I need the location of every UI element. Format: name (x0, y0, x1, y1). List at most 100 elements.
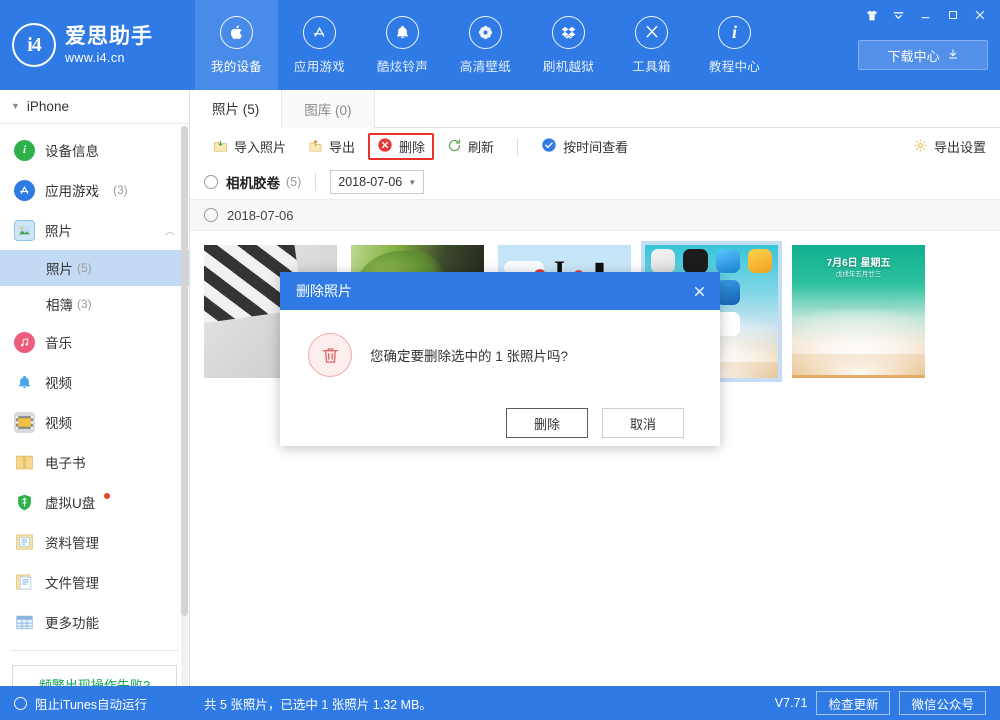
info-circle-icon: i (14, 140, 35, 161)
dialog-confirm-button[interactable]: 删除 (506, 408, 588, 438)
toolbar-label: 导入照片 (234, 137, 286, 156)
tools-icon (635, 16, 668, 49)
download-center-button[interactable]: 下载中心 (858, 40, 988, 70)
nav-label: 酷炫铃声 (377, 56, 428, 75)
check-update-button[interactable]: 检查更新 (816, 691, 890, 715)
sidebar-subitem-count: (5) (77, 261, 92, 275)
nav-item-flash-jailbreak[interactable]: 刷机越狱 (527, 0, 610, 90)
radio-icon (14, 697, 27, 710)
photo-caption: 7月6日 星期五 (792, 254, 925, 269)
app-header: i4 爱思助手 www.i4.cn 我的设备 应用游戏 (0, 0, 1000, 90)
nav-item-tutorials[interactable]: i 教程中心 (693, 0, 776, 90)
block-itunes-label: 阻止iTunes自动运行 (35, 694, 147, 713)
appstore-icon (14, 180, 35, 201)
chevron-up-icon: ︿ (165, 223, 175, 238)
nav-item-toolbox[interactable]: 工具箱 (610, 0, 693, 90)
main-nav: 我的设备 应用游戏 酷炫铃声 高清壁纸 (195, 0, 776, 90)
sidebar-list: i 设备信息 应用游戏 (3) 照片 ︿ 照片 (5) (0, 124, 189, 642)
tab-gallery[interactable]: 图库 (0) (282, 90, 374, 128)
sidebar-item-label: 资料管理 (45, 532, 99, 552)
nav-item-wallpapers[interactable]: 高清壁纸 (444, 0, 527, 90)
status-actions: V7.71 检查更新 微信公众号 (775, 691, 1000, 715)
wechat-button[interactable]: 微信公众号 (899, 691, 986, 715)
logo-mark: i4 (12, 23, 56, 67)
app-window: i4 爱思助手 www.i4.cn 我的设备 应用游戏 (0, 0, 1000, 720)
album-select-radio[interactable] (204, 175, 218, 189)
delete-button[interactable]: 删除 (368, 133, 434, 160)
export-settings-button[interactable]: 导出设置 (913, 137, 986, 156)
sidebar-item-count: (3) (113, 183, 128, 197)
filter-separator (315, 173, 316, 191)
nav-label: 工具箱 (632, 56, 670, 75)
import-icon (213, 138, 228, 156)
nav-label: 应用游戏 (294, 56, 345, 75)
block-itunes-toggle[interactable]: 阻止iTunes自动运行 (0, 694, 190, 713)
nav-item-apps-games[interactable]: 应用游戏 (278, 0, 361, 90)
sidebar-item-data-management[interactable]: 资料管理 (0, 522, 189, 562)
sidebar-subitem-albums[interactable]: 相簿 (3) (0, 286, 189, 322)
dialog-footer: 删除 取消 (280, 400, 720, 446)
date-select[interactable]: 2018-07-06 ▼ (330, 170, 424, 194)
sidebar-item-videos[interactable]: 视频 视频 (0, 402, 189, 442)
photo-caption-sub: 戊戌年五月廿三 (792, 268, 925, 278)
dialog-title-bar: 删除照片 (280, 272, 720, 310)
device-header[interactable]: ▼ iPhone (0, 90, 189, 124)
nav-label: 高清壁纸 (460, 56, 511, 75)
import-photos-button[interactable]: 导入照片 (204, 133, 295, 160)
sidebar-item-label: 视频 (45, 372, 72, 392)
album-filter-row: 相机胶卷 (5) 2018-07-06 ▼ (190, 165, 1000, 199)
nav-item-ringtones[interactable]: 酷炫铃声 (361, 0, 444, 90)
download-arrow-icon (947, 48, 959, 63)
sidebar-item-apps-games[interactable]: 应用游戏 (3) (0, 170, 189, 210)
nav-label: 教程中心 (709, 56, 760, 75)
usb-icon (14, 492, 35, 513)
video-icon (14, 412, 35, 433)
sidebar-item-photos[interactable]: 照片 ︿ (0, 210, 189, 250)
sidebar-item-file-management[interactable]: 文件管理 (0, 562, 189, 602)
close-icon[interactable] (678, 272, 720, 310)
sidebar-item-label: 应用游戏 (45, 180, 99, 200)
sidebar-item-music[interactable]: 音乐 (0, 322, 189, 362)
close-icon[interactable] (967, 4, 992, 26)
music-icon (14, 332, 35, 353)
sidebar-scrollbar-thumb[interactable] (181, 126, 188, 616)
photo-thumb-5[interactable]: 7月6日 星期五 戊戌年五月廿三 (792, 245, 925, 378)
sidebar-scrollbar[interactable] (181, 126, 188, 686)
export-button[interactable]: 导出 (299, 133, 364, 160)
info-icon: i (718, 16, 751, 49)
sidebar-item-label-video: 视频 (45, 412, 72, 432)
refresh-icon (447, 138, 462, 156)
sidebar-item-device-info[interactable]: i 设备信息 (0, 130, 189, 170)
toolbar-label: 删除 (399, 137, 425, 156)
tab-photos[interactable]: 照片 (5) (190, 90, 282, 128)
minimize-icon[interactable] (913, 4, 938, 26)
sidebar-item-ringtones[interactable]: 视频 (0, 362, 189, 402)
nav-item-my-device[interactable]: 我的设备 (195, 0, 278, 90)
delete-circle-icon (377, 137, 393, 156)
skin-icon[interactable] (859, 4, 884, 26)
sidebar-item-virtual-usb[interactable]: 虚拟U盘 (0, 482, 189, 522)
delete-photo-dialog: 删除照片 您确定要删除选中的 1 张照片吗? 删除 取消 (280, 272, 720, 446)
toolbar-label: 刷新 (468, 137, 494, 156)
export-settings-label: 导出设置 (934, 137, 986, 156)
logo-title: 爱思助手 (65, 25, 153, 48)
sidebar-item-more-features[interactable]: 更多功能 (0, 602, 189, 642)
sidebar-item-label: 文件管理 (45, 572, 99, 592)
sidebar-subitem-photos[interactable]: 照片 (5) (0, 250, 189, 286)
sidebar: ▼ iPhone i 设备信息 应用游戏 (3) 照片 (0, 90, 190, 686)
dialog-cancel-button[interactable]: 取消 (602, 408, 684, 438)
maximize-icon[interactable] (940, 4, 965, 26)
photo-image: 7月6日 星期五 戊戌年五月廿三 (792, 245, 925, 378)
refresh-button[interactable]: 刷新 (438, 133, 503, 160)
sidebar-item-ebooks[interactable]: 电子书 (0, 442, 189, 482)
nav-label: 我的设备 (211, 56, 262, 75)
group-select-radio[interactable] (204, 208, 218, 222)
sidebar-item-label: 电子书 (45, 452, 86, 472)
chevron-down-icon[interactable] (886, 4, 911, 26)
apple-icon (220, 16, 253, 49)
file-icon (14, 572, 35, 593)
trash-icon (308, 333, 352, 377)
view-by-time-button[interactable]: 按时间查看 (532, 133, 637, 160)
sidebar-item-label: 更多功能 (45, 612, 99, 632)
album-label: 相机胶卷 (226, 172, 280, 192)
